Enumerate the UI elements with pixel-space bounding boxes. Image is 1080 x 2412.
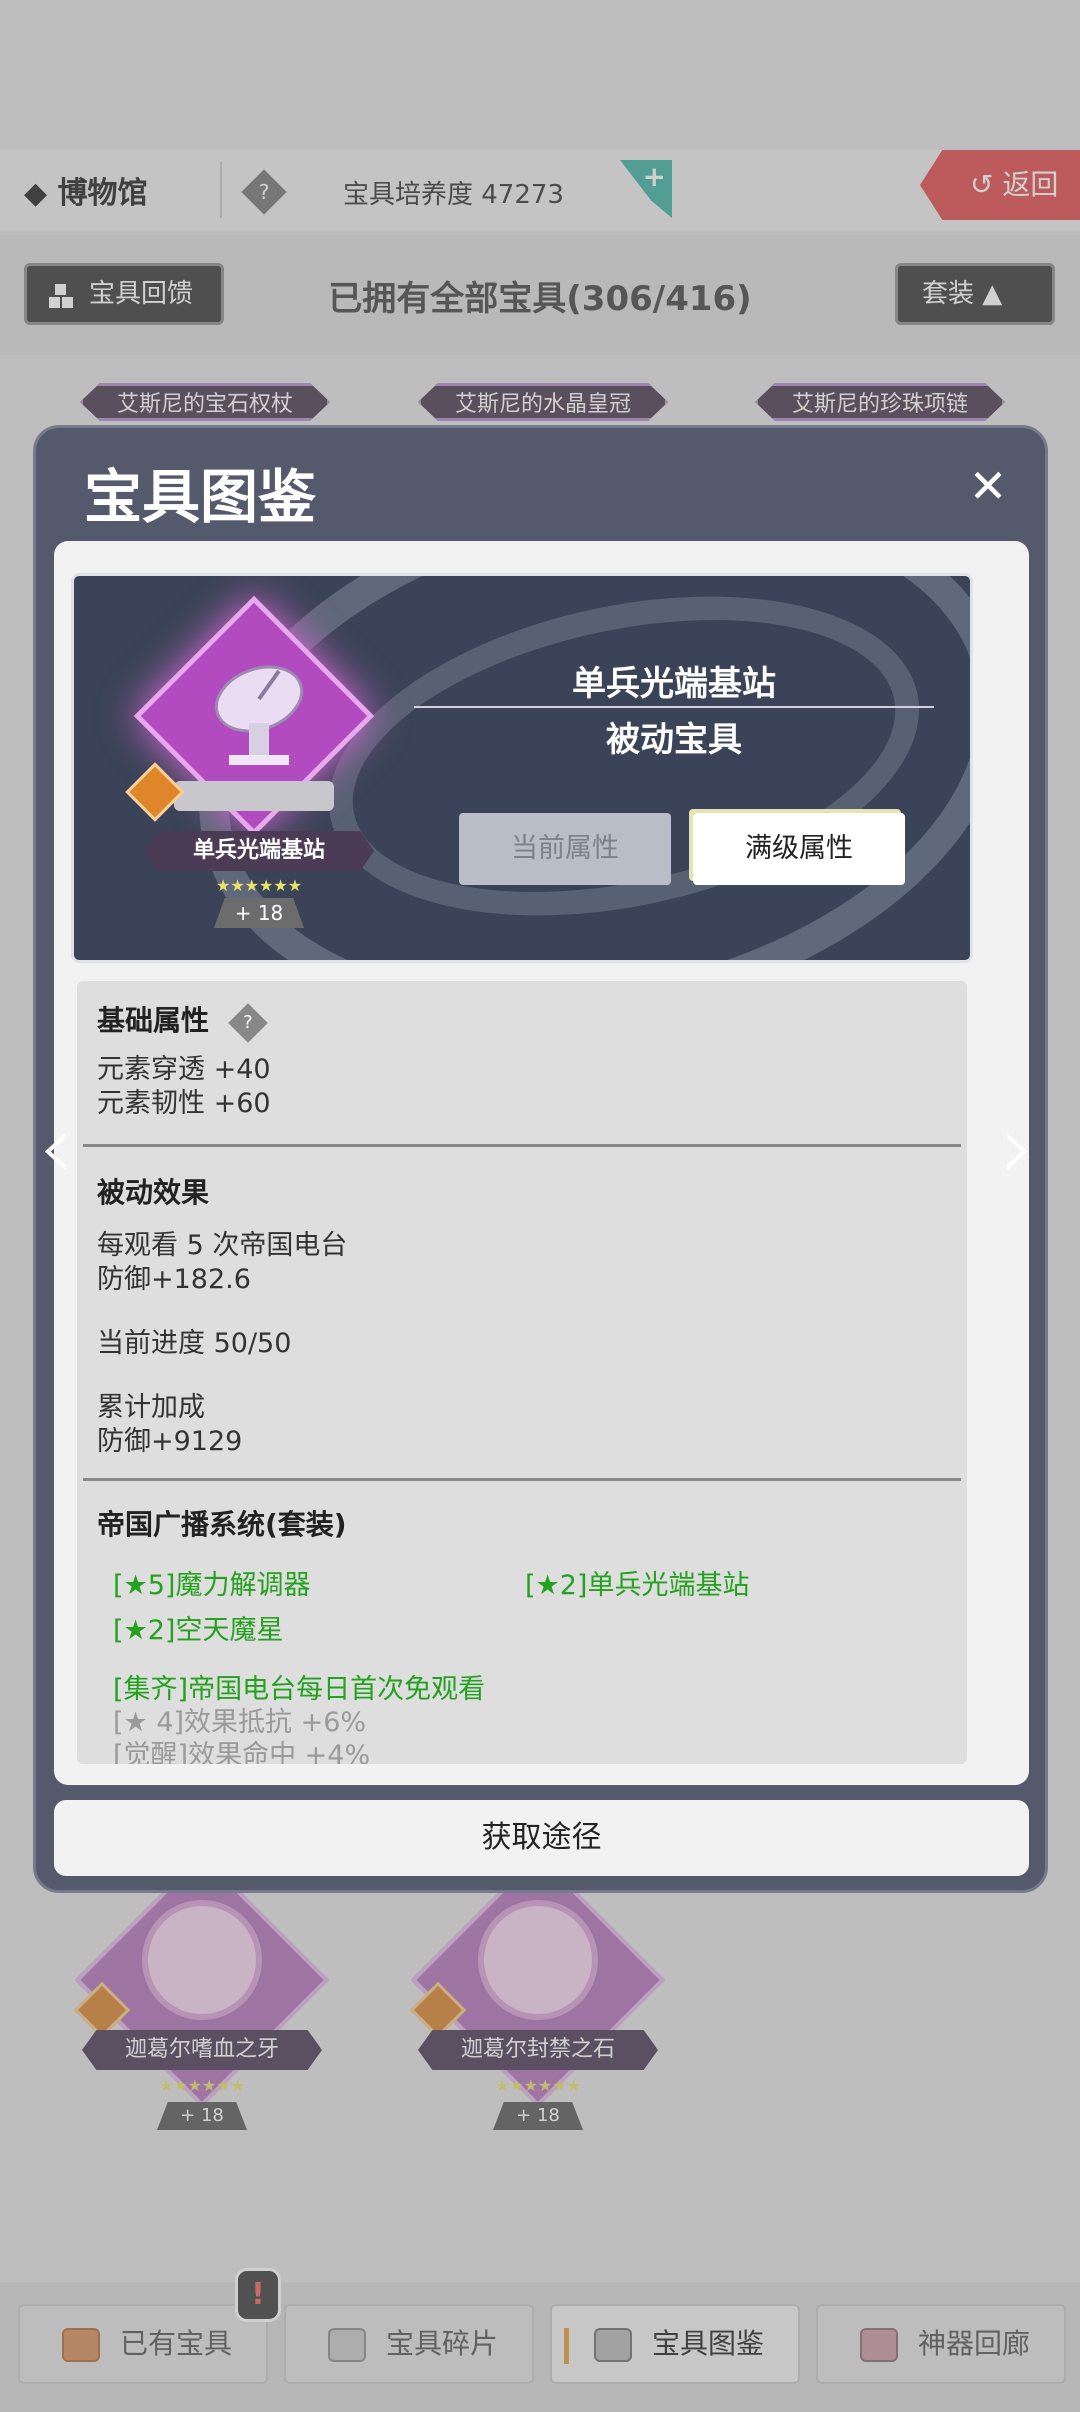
section-title: 帝国广播系统(套装)	[97, 1508, 347, 1541]
satellite-dish-icon	[214, 665, 304, 765]
accum-title: 累计加成	[97, 1392, 205, 1423]
section-divider	[83, 1144, 961, 1147]
section-title: 基础属性	[97, 1004, 210, 1037]
close-icon[interactable]: ✕	[960, 458, 1016, 514]
section-title: 被动效果	[97, 1176, 210, 1209]
attribute-panel[interactable]: 基础属性 ? 元素穿透 +40 元素韧性 +60 被动效果 每观看 5 次帝国电…	[77, 981, 967, 1764]
passive-line: 每观看 5 次帝国电台	[97, 1230, 348, 1261]
base-attr-section: 基础属性 ? 元素穿透 +40 元素韧性 +60	[97, 999, 271, 1121]
get-source-button[interactable]: 获取途径	[54, 1800, 1029, 1876]
passive-section: 被动效果 每观看 5 次帝国电台 防御+182.6 当前进度 50/50 累计加…	[97, 1171, 347, 1459]
next-arrow-icon[interactable]: ›	[1000, 1095, 1036, 1200]
item-hero: 单兵光端基站 ★★★★★★ + 18 单兵光端基站 被动宝具 当前属性 满级属性	[71, 573, 973, 963]
set-member: [★2]空天魔星	[113, 1615, 284, 1646]
current-attr-button[interactable]: 当前属性	[459, 813, 671, 885]
item-plate-name: 单兵光端基站	[144, 831, 374, 871]
item-name: 单兵光端基站	[572, 664, 776, 704]
set-bonus-awaken: [觉醒]效果命中 +4%	[113, 1740, 371, 1764]
set-section: 帝国广播系统(套装)	[97, 1503, 347, 1543]
modal-title: 宝具图鉴	[84, 463, 317, 531]
title-divider	[414, 706, 934, 708]
help-icon[interactable]: ?	[227, 1002, 268, 1043]
max-attr-button[interactable]: 满级属性	[693, 813, 905, 885]
item-level: + 18	[214, 898, 304, 928]
set-badge-icon	[125, 762, 185, 822]
attr-line: 元素韧性 +60	[97, 1088, 271, 1119]
section-divider	[83, 1478, 961, 1481]
set-member: [★2]单兵光端基站	[525, 1570, 750, 1601]
progress-line: 当前进度 50/50	[97, 1328, 292, 1359]
set-member: [★5]魔力解调器	[113, 1570, 311, 1601]
attr-line: 元素穿透 +40	[97, 1054, 271, 1085]
item-stars: ★★★★★★	[215, 876, 303, 895]
accum-value: 防御+9129	[97, 1426, 243, 1457]
passive-line: 防御+182.6	[97, 1264, 251, 1295]
catalog-modal: 宝具图鉴 ✕ 单兵光端基站 ★★★★★★ + 18 单兵光端基站 被动宝具 当前…	[33, 425, 1048, 1893]
item-pedestal	[174, 781, 334, 811]
prev-arrow-icon[interactable]: ‹	[38, 1095, 74, 1200]
item-type: 被动宝具	[606, 720, 742, 760]
